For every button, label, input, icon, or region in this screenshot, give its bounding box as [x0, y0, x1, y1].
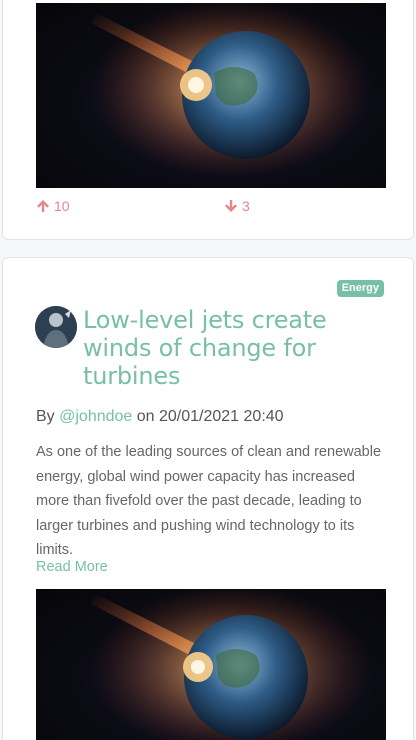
post-card: Energy Low-level jets create winds of ch… [2, 257, 414, 740]
byline-prefix: By [36, 408, 60, 425]
asteroid-earth-illustration [91, 589, 371, 740]
arrow-up-icon [37, 200, 49, 212]
post-byline: By @johndoe on 20/01/2021 20:40 [36, 408, 284, 426]
post-date: 20/01/2021 20:40 [159, 408, 284, 425]
arrow-down-icon [225, 200, 237, 212]
byline-on: on [132, 408, 159, 425]
post-image[interactable] [36, 589, 386, 740]
upvote-button[interactable]: 10 [36, 198, 70, 214]
post-title[interactable]: Low-level jets create winds of change fo… [83, 306, 383, 390]
avatar[interactable] [35, 306, 77, 348]
author-avatar-image [35, 306, 77, 348]
category-badge[interactable]: Energy [336, 280, 384, 297]
post-image[interactable] [36, 3, 386, 188]
author-link[interactable]: @johndoe [59, 408, 132, 425]
post-excerpt: As one of the leading sources of clean a… [36, 444, 382, 558]
read-more-link[interactable]: Read More [36, 559, 108, 575]
vote-bar: 10 3 [36, 198, 386, 220]
asteroid-earth-illustration [91, 3, 371, 178]
upvote-count: 10 [54, 198, 70, 214]
post-card: 10 3 [2, 0, 414, 240]
downvote-button[interactable]: 3 [224, 198, 250, 214]
downvote-count: 3 [242, 198, 250, 214]
